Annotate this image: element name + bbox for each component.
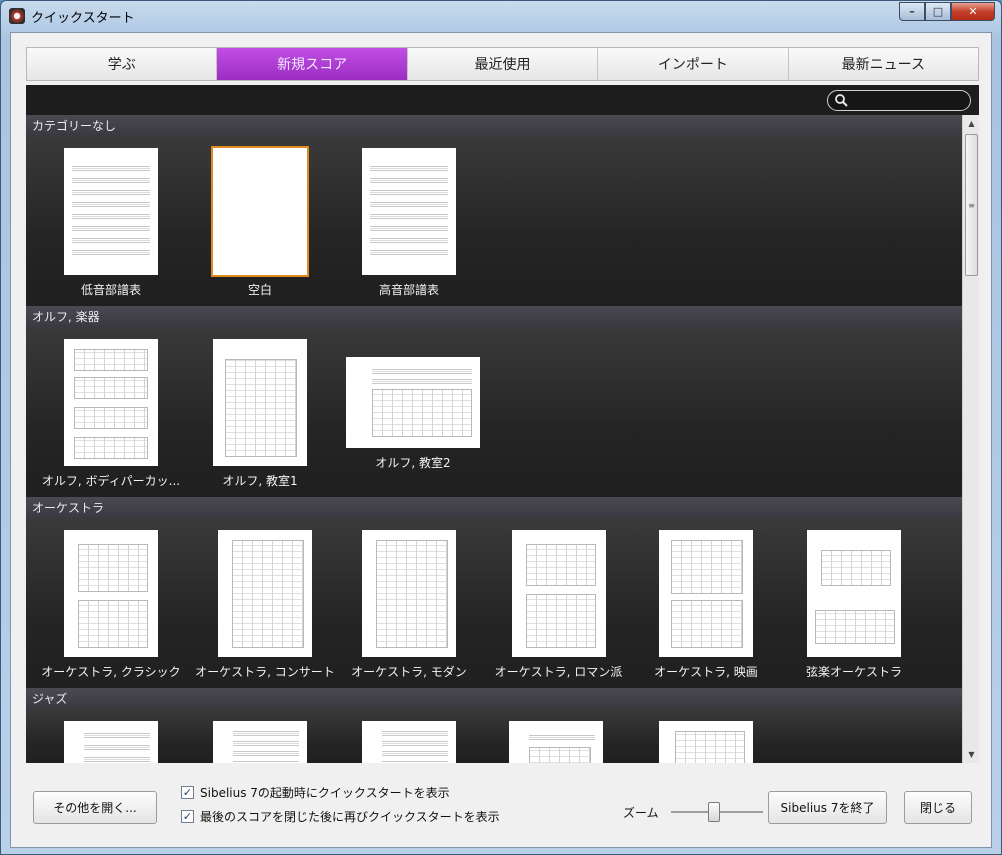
template-thumbnail — [64, 339, 158, 466]
template-thumbnail — [509, 721, 603, 763]
category-body: 低音部譜表 空白 高音部譜表 — [26, 136, 962, 306]
category-header: オルフ, 楽器 — [26, 306, 962, 327]
tab-latest-news[interactable]: 最新ニュース — [788, 48, 979, 80]
tab-recent[interactable]: 最近使用 — [407, 48, 599, 80]
template-label: オルフ, ボディパーカッ... — [41, 474, 181, 488]
template-jazz-1[interactable] — [36, 721, 186, 763]
template-thumbnail — [218, 530, 312, 657]
template-orchestra-modern[interactable]: オーケストラ, モダン — [334, 530, 484, 680]
tab-import[interactable]: インポート — [598, 48, 789, 80]
template-thumbnail — [659, 721, 753, 763]
template-label: 高音部譜表 — [378, 283, 439, 297]
template-label: オーケストラ, クラシック — [41, 665, 181, 679]
template-orchestra-film[interactable]: オーケストラ, 映画 — [631, 530, 781, 680]
search-bar — [26, 85, 979, 115]
scroll-down-arrow-icon[interactable]: ▼ — [963, 746, 979, 763]
template-label: 弦楽オーケストラ — [805, 665, 902, 679]
template-label: オーケストラ, 映画 — [654, 665, 758, 679]
scrollbar-thumb[interactable]: ≡ — [965, 134, 978, 276]
template-thumbnail — [64, 721, 158, 763]
template-blank[interactable]: 空白 — [185, 146, 335, 298]
show-on-startup-label: Sibelius 7の起動時にクイックスタートを表示 — [200, 786, 450, 800]
search-input[interactable] — [827, 90, 971, 111]
search-icon — [835, 94, 848, 107]
close-window-button[interactable]: ✕ — [951, 2, 995, 21]
zoom-slider-handle[interactable] — [708, 802, 720, 822]
template-jazz-2[interactable] — [185, 721, 335, 763]
template-label: 空白 — [247, 283, 272, 297]
template-jazz-4[interactable] — [481, 721, 631, 763]
minimize-icon: – — [909, 5, 915, 18]
open-other-button[interactable]: その他を開く... — [33, 791, 157, 824]
template-thumbnail — [213, 721, 307, 763]
template-thumbnail — [211, 146, 309, 277]
category-header: カテゴリーなし — [26, 115, 962, 136]
title-bar: クイックスタート – □ ✕ — [1, 1, 1001, 31]
show-after-close-label: 最後のスコアを閉じた後に再びクイックスタートを表示 — [200, 810, 500, 824]
sibelius-app-icon — [9, 8, 25, 24]
category-body: オルフ, ボディパーカッ... オルフ, 教室1 オルフ, 教室2 — [26, 327, 962, 497]
show-on-startup-option[interactable]: ✓ Sibelius 7の起動時にクイックスタートを表示 — [181, 784, 450, 801]
maximize-icon: □ — [932, 5, 944, 18]
close-button[interactable]: 閉じる — [904, 791, 972, 824]
client-area: 学ぶ 新規スコア 最近使用 インポート 最新ニュース カテゴリーなし 低音部譜表… — [10, 32, 992, 848]
template-string-orchestra[interactable]: 弦楽オーケストラ — [779, 530, 929, 680]
exit-sibelius-button[interactable]: Sibelius 7を終了 — [768, 791, 887, 824]
template-orff-classroom-1[interactable]: オルフ, 教室1 — [185, 339, 335, 489]
close-icon: ✕ — [968, 5, 978, 18]
template-panel: カテゴリーなし 低音部譜表 空白 高音部譜表 オルフ, 楽器 オルフ, ボディパ… — [26, 85, 979, 763]
template-orchestra-concert[interactable]: オーケストラ, コンサート — [185, 530, 345, 680]
category-body — [26, 709, 962, 763]
template-jazz-5[interactable] — [631, 721, 781, 763]
template-label: オルフ, 教室2 — [375, 456, 451, 470]
template-bass-staff[interactable]: 低音部譜表 — [36, 148, 186, 298]
template-thumbnail — [362, 530, 456, 657]
category-header: オーケストラ — [26, 497, 962, 518]
template-thumbnail — [659, 530, 753, 657]
maximize-button[interactable]: □ — [925, 2, 951, 21]
template-thumbnail — [213, 339, 307, 466]
template-label: オーケストラ, コンサート — [195, 665, 335, 679]
tab-new-score[interactable]: 新規スコア — [217, 48, 408, 80]
template-orchestra-classical[interactable]: オーケストラ, クラシック — [31, 530, 191, 680]
template-orchestra-romantic[interactable]: オーケストラ, ロマン派 — [481, 530, 636, 680]
show-after-close-option[interactable]: ✓ 最後のスコアを閉じた後に再びクイックスタートを表示 — [181, 808, 500, 825]
template-label: オルフ, 教室1 — [222, 474, 298, 488]
template-thumbnail — [64, 530, 158, 657]
template-thumbnail — [64, 148, 158, 275]
show-on-startup-checkbox[interactable]: ✓ — [181, 786, 194, 799]
template-label: 低音部譜表 — [80, 283, 141, 297]
template-label: オーケストラ, ロマン派 — [494, 665, 623, 679]
template-thumbnail — [807, 530, 901, 657]
tab-bar: 学ぶ 新規スコア 最近使用 インポート 最新ニュース — [26, 47, 979, 81]
template-label: オーケストラ, モダン — [351, 665, 467, 679]
zoom-label: ズーム — [623, 806, 659, 820]
vertical-scrollbar[interactable]: ▲ ≡ ▼ — [962, 115, 979, 763]
template-thumbnail — [362, 721, 456, 763]
window-controls: – □ ✕ — [899, 2, 995, 21]
category-body: オーケストラ, クラシック オーケストラ, コンサート オーケストラ, モダン — [26, 518, 962, 688]
template-orff-body-percussion[interactable]: オルフ, ボディパーカッ... — [36, 339, 186, 489]
minimize-button[interactable]: – — [899, 2, 925, 21]
scroll-up-arrow-icon[interactable]: ▲ — [963, 115, 979, 132]
category-header: ジャズ — [26, 688, 962, 709]
template-list: カテゴリーなし 低音部譜表 空白 高音部譜表 オルフ, 楽器 オルフ, ボディパ… — [26, 115, 962, 763]
quickstart-window: クイックスタート – □ ✕ 学ぶ 新規スコア 最近使用 インポート 最新ニュー… — [0, 0, 1002, 855]
bottom-bar: その他を開く... ✓ Sibelius 7の起動時にクイックスタートを表示 ✓… — [11, 763, 991, 849]
template-thumbnail — [346, 357, 480, 448]
template-thumbnail — [511, 530, 606, 657]
template-orff-classroom-2[interactable]: オルフ, 教室2 — [346, 339, 480, 471]
window-title: クイックスタート — [31, 10, 135, 26]
template-jazz-3[interactable] — [334, 721, 484, 763]
template-treble-staff[interactable]: 高音部譜表 — [334, 148, 484, 298]
template-thumbnail — [362, 148, 456, 275]
tab-learn[interactable]: 学ぶ — [27, 48, 218, 80]
show-after-close-checkbox[interactable]: ✓ — [181, 810, 194, 823]
